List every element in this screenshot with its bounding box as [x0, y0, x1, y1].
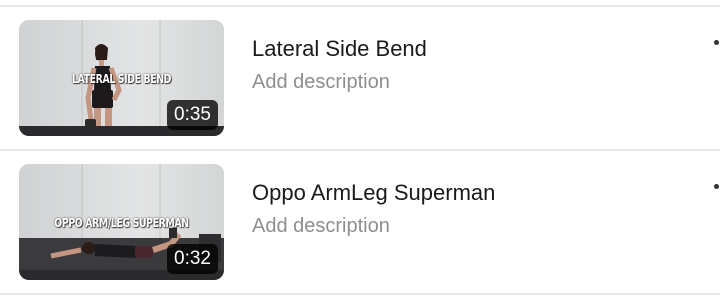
description-field[interactable]: Add description [252, 71, 390, 94]
duration-badge: 0:35 [167, 100, 218, 130]
list-item[interactable]: OPPO ARM/LEG SUPERMAN 0:32 Oppo ArmLeg S… [0, 151, 720, 295]
video-title[interactable]: Oppo ArmLeg Superman [252, 180, 495, 206]
more-options-icon[interactable] [714, 40, 720, 50]
description-field[interactable]: Add description [252, 215, 390, 238]
duration-badge: 0:32 [167, 244, 218, 274]
bottom-divider [0, 293, 720, 295]
video-thumbnail[interactable]: LATERAL SIDE BEND 0:35 [19, 20, 224, 136]
list-item[interactable]: LATERAL SIDE BEND 0:35 Lateral Side Bend… [0, 7, 720, 151]
video-title[interactable]: Lateral Side Bend [252, 36, 427, 62]
more-options-icon[interactable] [714, 184, 720, 194]
video-thumbnail[interactable]: OPPO ARM/LEG SUPERMAN 0:32 [19, 164, 224, 280]
thumbnail-overlay-text: LATERAL SIDE BEND [71, 72, 172, 86]
thumbnail-overlay-text: OPPO ARM/LEG SUPERMAN [54, 216, 189, 230]
